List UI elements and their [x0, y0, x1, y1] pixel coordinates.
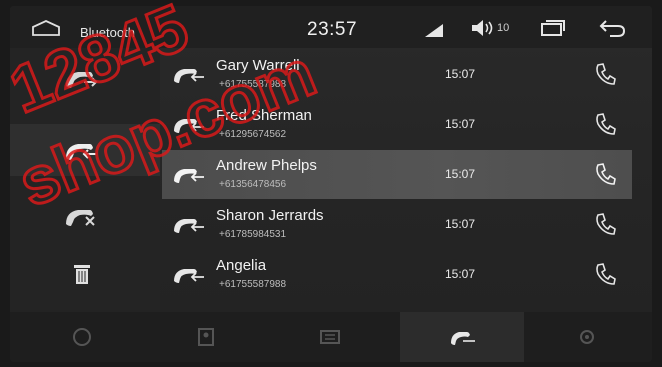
contact-number: +61295674562 — [219, 129, 287, 140]
music-icon — [320, 330, 340, 344]
call-time: 15:07 — [445, 167, 476, 181]
home-icon[interactable] — [30, 20, 62, 36]
incoming-call-icon — [174, 269, 204, 283]
tab-call-log[interactable] — [400, 312, 524, 362]
contact-name: Andrew Phelps — [216, 157, 317, 174]
bottom-tab-bar — [10, 312, 652, 362]
clock: 23:57 — [307, 19, 358, 40]
call-filter-rail — [10, 48, 160, 310]
dial-icon[interactable] — [594, 212, 616, 236]
trash-icon — [74, 265, 90, 284]
missed-call-icon — [66, 210, 95, 226]
settings-icon — [580, 330, 594, 344]
dial-icon[interactable] — [594, 162, 616, 186]
incoming-call-icon — [174, 219, 204, 233]
tab-contacts[interactable] — [144, 312, 268, 362]
call-log-row[interactable]: Gary Warrell +61755587988 15:07 — [162, 50, 632, 99]
call-log-row-selected[interactable]: Andrew Phelps +61356478456 15:07 — [162, 150, 632, 199]
outgoing-call-icon — [66, 72, 98, 88]
contact-number: +61785984531 — [219, 229, 287, 240]
call-time: 15:07 — [445, 117, 476, 131]
delete-button[interactable] — [10, 248, 160, 300]
contact-name: Gary Warrell — [216, 57, 300, 74]
tab-music[interactable] — [268, 312, 392, 362]
incoming-call-icon — [174, 169, 204, 183]
call-log-row[interactable]: Fred Sherman +61295674562 15:07 — [162, 100, 632, 149]
incoming-call-icon — [174, 119, 204, 133]
volume-level: 10 — [497, 22, 510, 34]
call-log-row[interactable]: Sharon Jerrards +61785984531 15:07 — [162, 200, 632, 249]
back-icon[interactable] — [598, 18, 626, 38]
window-icon[interactable] — [540, 19, 566, 37]
dial-icon[interactable] — [594, 62, 616, 86]
contact-number: +61755587988 — [219, 279, 287, 290]
dial-icon[interactable] — [594, 262, 616, 286]
contact-number: +61755587988 — [219, 79, 287, 90]
missed-calls-button[interactable] — [10, 190, 160, 242]
tab-settings[interactable] — [525, 312, 649, 362]
volume-icon[interactable] — [470, 19, 496, 37]
call-time: 15:07 — [445, 67, 476, 81]
tab-keypad[interactable] — [20, 312, 144, 362]
incoming-call-icon — [174, 69, 204, 83]
call-log-icon — [451, 332, 475, 345]
call-log-list: Gary Warrell +61755587988 15:07 Fred She… — [162, 50, 636, 312]
call-time: 15:07 — [445, 217, 476, 231]
outgoing-calls-button[interactable] — [10, 52, 160, 104]
call-log-row[interactable]: Angelia +61755587988 15:07 — [162, 250, 632, 299]
call-time: 15:07 — [445, 267, 476, 281]
contact-name: Sharon Jerrards — [216, 207, 324, 224]
status-bar: Bluetooth 23:57 10 — [10, 6, 652, 48]
dial-icon[interactable] — [594, 112, 616, 136]
contact-name: Angelia — [216, 257, 267, 274]
signal-icon — [425, 24, 443, 37]
contact-number: +61356478456 — [219, 179, 287, 190]
contacts-icon — [198, 328, 214, 346]
keypad-icon — [73, 328, 91, 346]
head-unit-screen: Bluetooth 23:57 10 Gary Warrell +6175558… — [10, 6, 652, 362]
incoming-calls-button[interactable] — [10, 124, 160, 176]
app-title: Bluetooth — [80, 25, 135, 40]
incoming-call-icon — [66, 144, 96, 160]
contact-name: Fred Sherman — [216, 107, 312, 124]
